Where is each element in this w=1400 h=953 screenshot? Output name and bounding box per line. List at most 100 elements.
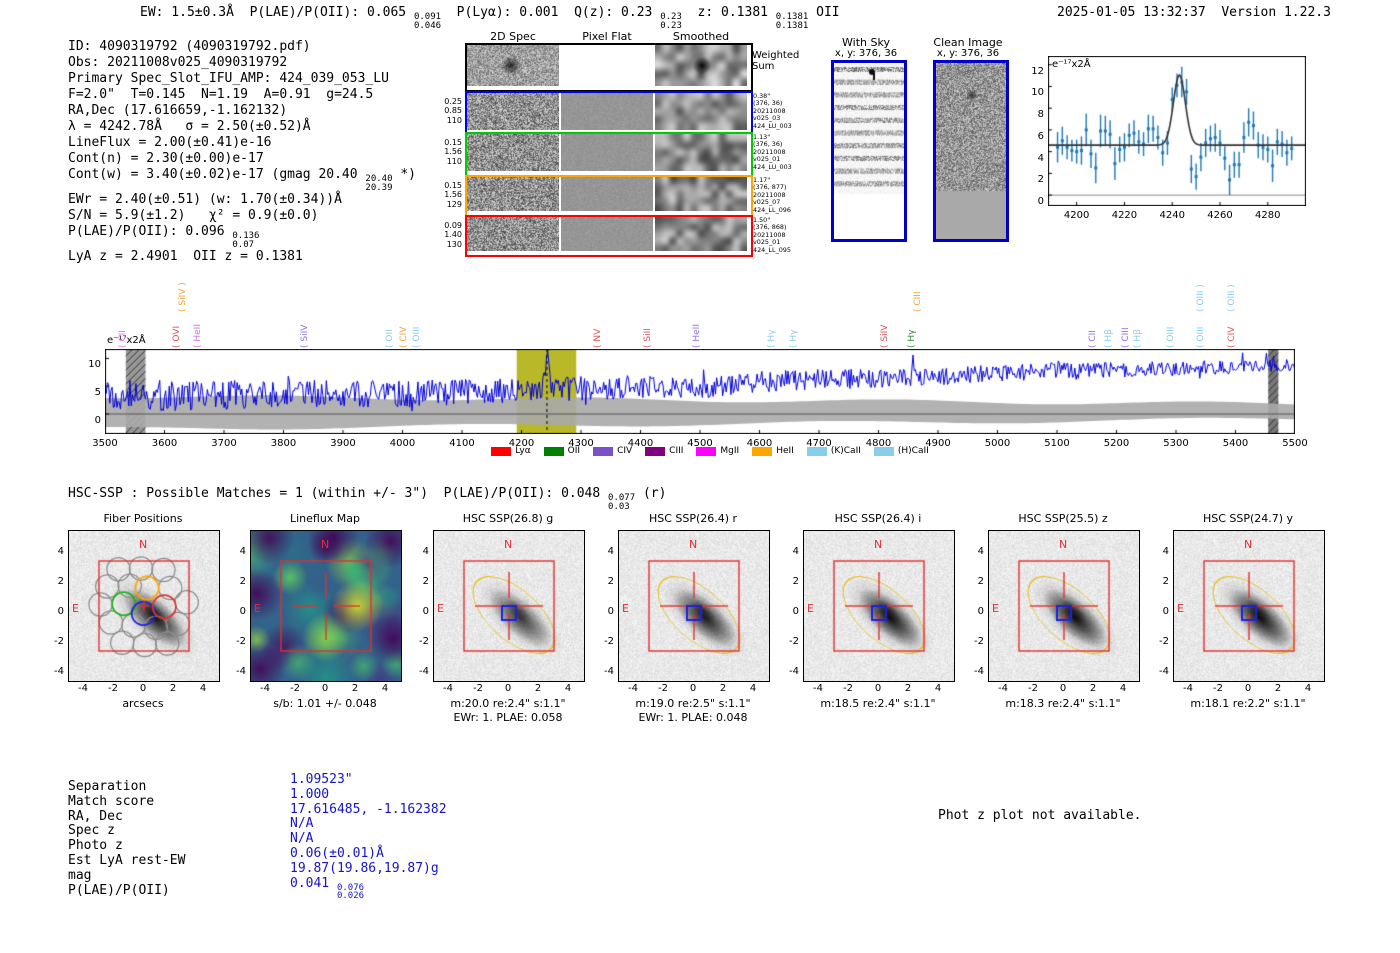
spec2d-image-pixelflat (561, 134, 653, 171)
spectrum-xtick: 3500 (85, 438, 125, 449)
with_sky-image-box (831, 60, 907, 242)
emission-line-label: ( CIII (1121, 327, 1131, 348)
cutout-xtick: 2 (161, 683, 185, 694)
emission-line-label: ( OIII ) (1227, 284, 1237, 312)
legend-item: (K)CaII (807, 446, 861, 456)
emission-line-label: ( CIII (913, 291, 923, 312)
linefit-xtick: 4200 (1057, 210, 1097, 221)
spec2d-image-2dspec (467, 177, 559, 211)
cutout-ytick: -2 (1147, 629, 1169, 648)
compass-north: N (689, 533, 697, 552)
cutout-ytick: 2 (42, 569, 64, 588)
emission-line-label: ( Hγ (907, 330, 917, 348)
info-line: λ = 4242.78Å σ = 2.50(±0.52)Å (68, 119, 416, 135)
linefit-unit-label: e⁻¹⁷x2Å (1052, 59, 1091, 70)
emission-line-label: ( SiII (643, 328, 653, 348)
spec2d-image-smoothed (655, 93, 747, 130)
spec2d-image-pixelflat (561, 93, 653, 130)
stacked-uncertainty: 0.1360.07 (232, 232, 259, 249)
cutout-ytick: -2 (42, 629, 64, 648)
cutout-ytick: 2 (962, 569, 984, 588)
cutout-panel-img-2 (433, 530, 585, 682)
legend-label: CIV (617, 446, 632, 456)
cutout-ytick: -2 (962, 629, 984, 648)
cutout-ytick: 4 (42, 539, 64, 558)
match-row-label: P(LAE)/P(OII) (68, 879, 170, 899)
cutout-xtick: 2 (1081, 683, 1105, 694)
linefit-ytick: 4 (1026, 146, 1044, 165)
cutout-subtitle-1: m:19.0 re:2.5" s:1.1" (598, 697, 788, 710)
spectrum-xtick: 4000 (383, 438, 423, 449)
cutout-ytick: 4 (777, 539, 799, 558)
stacked-uncertainty: 0.13810.1381 (776, 13, 809, 30)
info-line: F=2.0" T=0.145 N=1.19 A=0.91 g=24.5 (68, 87, 416, 103)
compass-east: E (72, 597, 79, 616)
spectrum-xtick: 5200 (1097, 438, 1137, 449)
emission-line-label: ( SiIV (880, 325, 890, 348)
spectrum-legend: LyαOIICIVCIIIMgIIHeII(K)CaII(H)CaII (430, 446, 990, 456)
spec2d-row-left-labels: 0.250.85110 (430, 97, 462, 125)
info-line: P(LAE)/P(OII): 0.096 0.1360.07 (68, 224, 416, 249)
linefit-xtick: 4240 (1152, 210, 1192, 221)
cutout-xtick: 0 (1051, 683, 1075, 694)
photz-note: Phot z plot not available. (938, 808, 1142, 824)
cutout-ytick: -2 (407, 629, 429, 648)
compass-north: N (1244, 533, 1252, 552)
spec2d-row-annotation: 1.50"(376, 868)20211008v025_01424_LL_095 (753, 217, 799, 254)
spectrum-xtick: 5500 (1275, 438, 1315, 449)
linefit-ytick: 12 (1026, 59, 1044, 78)
compass-north: N (874, 533, 882, 552)
compass-north: N (1059, 533, 1067, 552)
info-line: Cont(n) = 2.30(±0.00)e-17 (68, 151, 416, 167)
cutout-xtick: -4 (436, 683, 460, 694)
linefit-ytick: 6 (1026, 124, 1044, 143)
cutout-xtick: 4 (741, 683, 765, 694)
linefit-xtick: 4260 (1200, 210, 1240, 221)
spec2d-image-smoothed (655, 217, 747, 251)
compass-north: N (504, 533, 512, 552)
cutout-xtick: -4 (621, 683, 645, 694)
info-line: EWr = 2.40(±0.51) (w: 1.70(±0.34))Å (68, 192, 416, 208)
cutout-xtick: 4 (1111, 683, 1135, 694)
cutout-ytick: 2 (1147, 569, 1169, 588)
emission-line-label: ( SiIV (300, 325, 310, 348)
elixer-report-page: EW: 1.5±0.3Å P(LAE)/P(OII): 0.065 0.0910… (0, 0, 1400, 953)
cutout-xtick: -4 (71, 683, 95, 694)
cutout-ytick: 2 (592, 569, 614, 588)
emission-line-label: ( CIV (399, 327, 409, 348)
spec2d-image-pixelflat (561, 45, 653, 86)
cutout-image (1174, 531, 1324, 681)
emission-line-label: ( SiIV ) (178, 282, 188, 312)
cutout-ytick: 4 (962, 539, 984, 558)
cutout-title: HSC SSP(25.5) z (978, 512, 1148, 525)
cutout-xtick: -4 (253, 683, 277, 694)
cutout-xtick: 0 (313, 683, 337, 694)
hsc-matches-line: HSC-SSP : Possible Matches = 1 (within +… (68, 486, 666, 511)
spec2d-image-2dspec (467, 134, 559, 171)
emission-line-label: ( OIII ) (1196, 284, 1206, 312)
cutout-ytick: -2 (224, 629, 246, 648)
cutout-xtick: -2 (466, 683, 490, 694)
info-line: LineFlux = 2.00(±0.41)e-16 (68, 135, 416, 151)
spec2d-col-title: 2D Spec (468, 30, 558, 43)
cutout-ytick: 2 (407, 569, 429, 588)
compass-east: E (622, 597, 629, 616)
spec2d-row-left-labels: 0.151.56110 (430, 138, 462, 166)
spectrum-ytick: 0 (83, 408, 101, 427)
legend-item: OII (544, 446, 580, 456)
spectrum-ytick: 10 (83, 352, 101, 371)
emission-line-label: ( OII (385, 329, 395, 348)
cutout-ytick: 2 (224, 569, 246, 588)
stacked-uncertainty: 0.0770.03 (608, 494, 635, 511)
cutout-xtick: 2 (343, 683, 367, 694)
cutout-ytick: 0 (592, 599, 614, 618)
cutout-panel-img-4 (803, 530, 955, 682)
cutout-xtick: -4 (806, 683, 830, 694)
cutout-ytick: -4 (224, 659, 246, 678)
cutout-image (69, 531, 219, 681)
cutout-ytick: 0 (42, 599, 64, 618)
cutout-panel-img-3 (618, 530, 770, 682)
emission-line-label: ( HeII (193, 324, 203, 348)
spec2d-image-2dspec (467, 93, 559, 130)
cutout-xtick: 4 (191, 683, 215, 694)
